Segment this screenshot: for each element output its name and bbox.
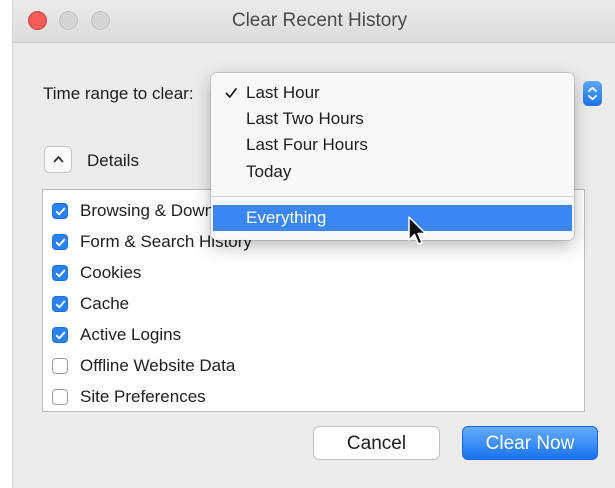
list-item-label: Offline Website Data <box>80 356 236 375</box>
list-item-active-logins[interactable]: Active Logins <box>52 321 181 349</box>
list-item-label: Active Logins <box>80 325 182 344</box>
checkmark-icon <box>55 300 66 309</box>
checkmark-icon <box>55 331 66 340</box>
menu-item-today[interactable]: Today <box>211 159 574 185</box>
menu-item-label: Last Two Hours <box>246 109 364 128</box>
list-item-site-preferences[interactable]: Site Preferences <box>52 383 206 411</box>
list-item-label: Cookies <box>80 263 142 282</box>
menu-item-label: Last Hour <box>246 83 320 102</box>
menu-item-label: Today <box>246 162 292 181</box>
mouse-pointer-icon <box>408 216 427 245</box>
checkbox-checked[interactable] <box>52 234 68 250</box>
checkbox-checked[interactable] <box>52 296 68 312</box>
details-toggle-button[interactable] <box>44 146 72 173</box>
title-bar: Clear Recent History <box>13 0 615 43</box>
time-range-label: Time range to clear: <box>43 84 194 103</box>
menu-item-label: Everything <box>246 208 327 227</box>
checkbox-checked[interactable] <box>52 203 68 219</box>
checkmark-icon <box>225 88 237 98</box>
checkbox-unchecked[interactable] <box>52 389 68 405</box>
window-title: Clear Recent History <box>231 10 408 31</box>
menu-item-last-hour[interactable]: Last Hour <box>211 80 574 106</box>
checkmark-icon <box>55 238 66 247</box>
menu-item-everything[interactable]: Everything <box>213 205 572 231</box>
chevron-up-icon <box>53 156 64 163</box>
menu-item-last-four-hours[interactable]: Last Four Hours <box>211 132 574 158</box>
list-item-cache[interactable]: Cache <box>52 290 129 318</box>
details-label: Details <box>87 151 139 170</box>
time-range-dropdown-menu: Last Hour Last Two Hours Last Four Hours… <box>211 73 574 240</box>
list-item-offline-website-data[interactable]: Offline Website Data <box>52 352 235 380</box>
list-item-cookies[interactable]: Cookies <box>52 259 141 287</box>
checkbox-checked[interactable] <box>52 265 68 281</box>
checkmark-icon <box>55 269 66 278</box>
menu-item-label: Last Four Hours <box>246 135 368 154</box>
checkbox-checked[interactable] <box>52 327 68 343</box>
time-range-popup-button[interactable] <box>583 81 602 106</box>
checkbox-unchecked[interactable] <box>52 358 68 374</box>
menu-item-last-two-hours[interactable]: Last Two Hours <box>211 106 574 132</box>
list-item-label: Cache <box>80 294 130 313</box>
list-item-label: Site Preferences <box>80 387 206 406</box>
popup-stepper-icon <box>588 86 597 101</box>
cancel-button[interactable]: Cancel <box>313 426 440 460</box>
clear-now-button[interactable]: Clear Now <box>462 426 598 460</box>
checkmark-icon <box>55 207 66 216</box>
menu-separator <box>211 196 574 197</box>
